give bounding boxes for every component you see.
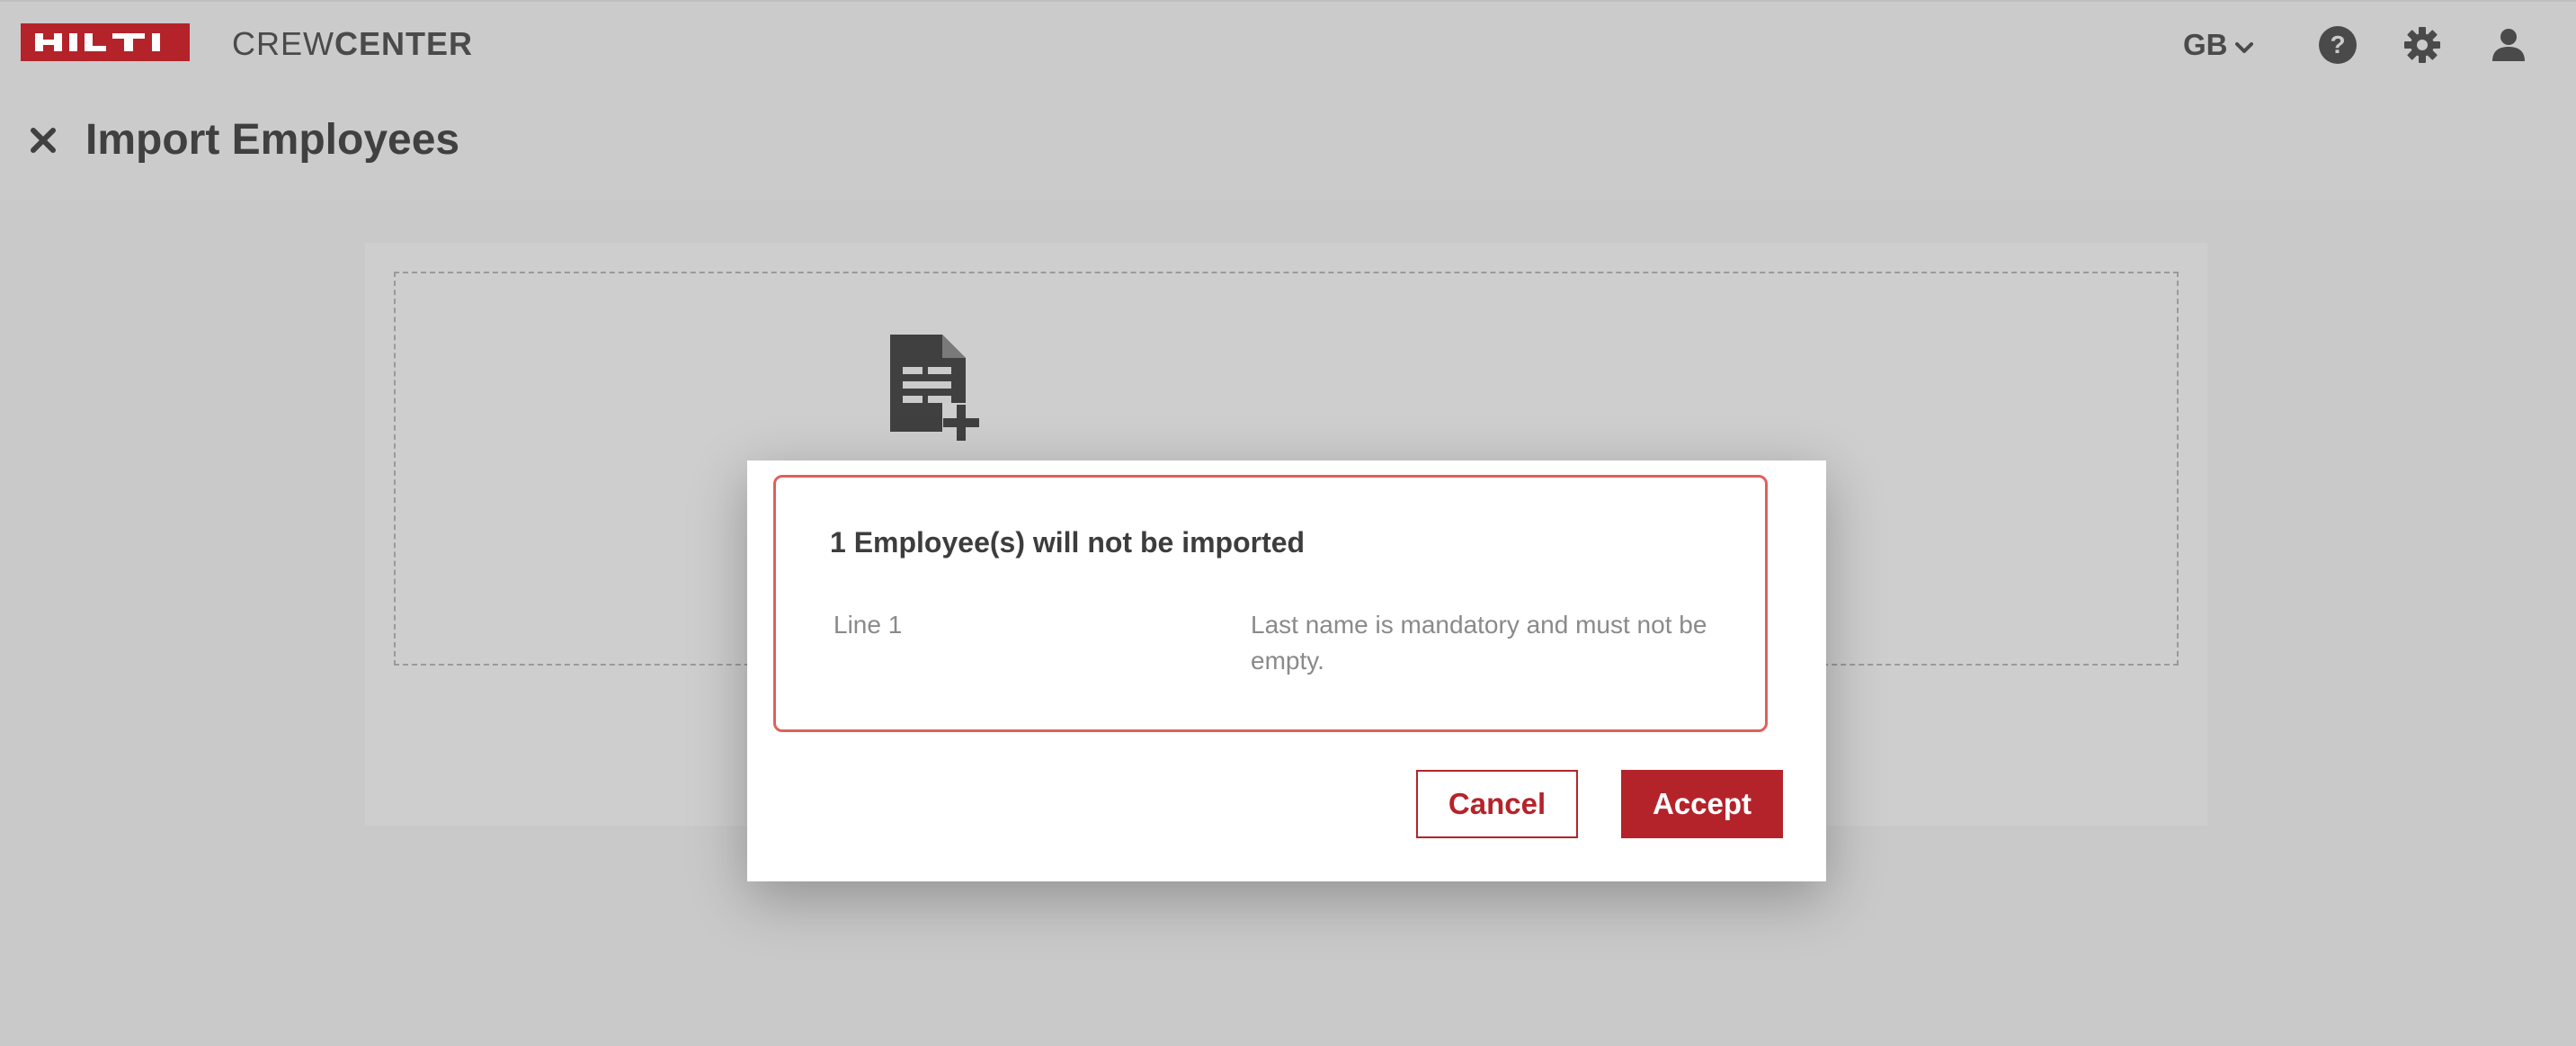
app-name: CREWCENTER — [232, 23, 473, 65]
locale-selector[interactable]: GB — [2183, 25, 2253, 65]
error-panel: 1 Employee(s) will not be imported Line … — [773, 475, 1768, 732]
cancel-button[interactable]: Cancel — [1416, 770, 1578, 838]
locale-label: GB — [2183, 28, 2228, 61]
page-title: Import Employees — [85, 116, 460, 164]
chevron-down-icon — [2234, 28, 2253, 62]
app-name-bold: CENTER — [334, 25, 474, 62]
error-line-number: Line 1 — [833, 611, 903, 639]
close-icon[interactable] — [25, 122, 61, 158]
svg-text:?: ? — [2330, 31, 2345, 58]
help-icon[interactable]: ? — [2318, 25, 2358, 65]
import-warning-dialog: 1 Employee(s) will not be imported Line … — [747, 460, 1826, 881]
hilti-logo-mark — [35, 33, 160, 51]
error-message: Last name is mandatory and must not be e… — [1251, 611, 1707, 675]
accept-button[interactable]: Accept — [1621, 770, 1783, 838]
file-add-icon — [878, 333, 985, 444]
gear-icon[interactable] — [2402, 25, 2442, 65]
hilti-logo[interactable] — [21, 23, 190, 61]
dialog-title: 1 Employee(s) will not be imported — [830, 526, 1306, 559]
user-icon[interactable] — [2489, 25, 2528, 65]
top-header: CREWCENTER GB ? — [0, 0, 2576, 86]
page-title-bar: Import Employees — [0, 86, 2576, 200]
app-name-light: CREW — [232, 25, 334, 62]
